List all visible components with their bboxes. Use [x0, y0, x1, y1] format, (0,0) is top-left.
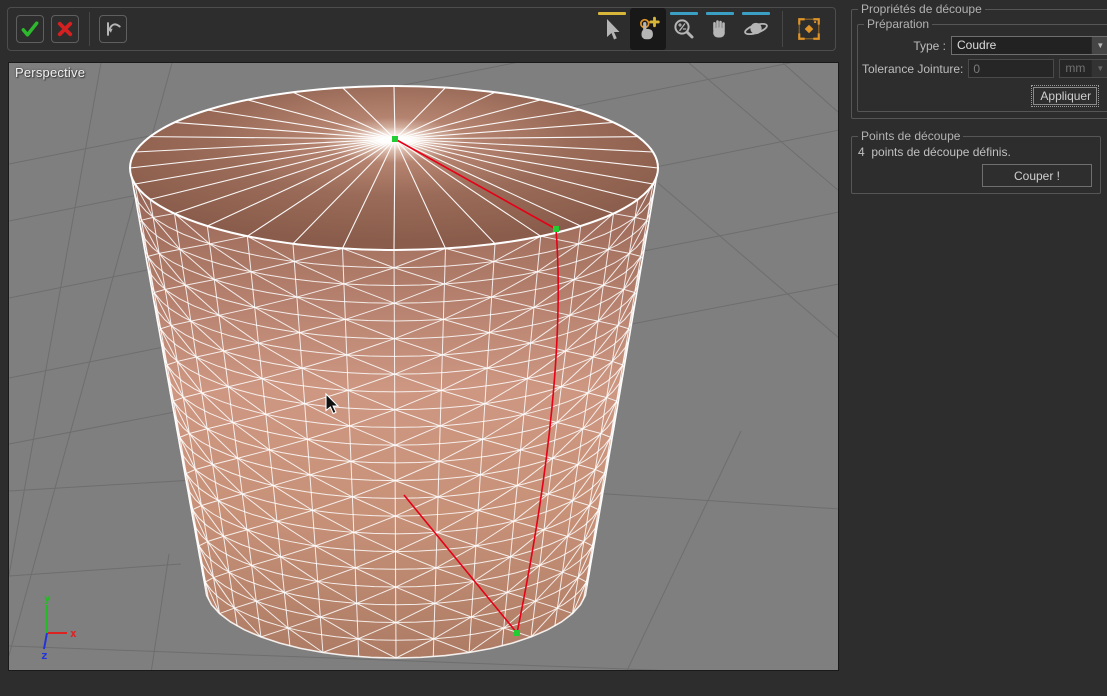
axis-gizmo: x y z [41, 592, 77, 662]
svg-text:z: z [41, 649, 48, 662]
frame-view-icon [796, 16, 822, 42]
type-select[interactable]: Coudre ▼ [951, 36, 1107, 55]
tolerance-label: Tolerance Jointure: [862, 62, 968, 76]
tool-accent-bar [598, 12, 626, 15]
svg-text:y: y [44, 592, 51, 605]
cancel-button[interactable] [51, 15, 79, 43]
svg-text:x: x [70, 627, 77, 640]
apply-button[interactable]: Appliquer [1033, 87, 1097, 105]
tool-pan[interactable] [702, 8, 738, 50]
toolbar [7, 7, 836, 51]
properties-panel: Propriétés de découpe Préparation Type :… [845, 0, 1107, 696]
chevron-down-icon[interactable]: ▼ [1091, 37, 1107, 54]
check-icon [20, 19, 40, 39]
tool-accent-bar [706, 12, 734, 15]
cut-properties-title: Propriétés de découpe [858, 2, 985, 16]
unit-select: mm ▼ [1059, 59, 1107, 78]
pan-hand-icon [708, 17, 732, 41]
x-cancel-icon [56, 20, 74, 38]
toolbar-separator [89, 12, 90, 46]
cylinder-mesh [130, 86, 658, 658]
application-window: x y z Perspective Propriétés de découpe Pr… [0, 0, 1107, 696]
preparation-group: Préparation Type : Coudre ▼ Tolerance Jo… [857, 17, 1107, 112]
zoom-plusminus-icon [672, 17, 696, 41]
type-label: Type : [862, 39, 951, 53]
viewport-label: Perspective [15, 65, 85, 80]
points-status: 4 points de découpe définis. [858, 145, 1096, 159]
viewport-canvas[interactable]: x y z [9, 63, 838, 670]
tool-add-point[interactable] [630, 8, 666, 50]
chevron-down-icon: ▼ [1091, 60, 1107, 77]
cut-points-title: Points de découpe [858, 129, 963, 143]
cut-properties-group: Propriétés de découpe Préparation Type :… [851, 2, 1107, 119]
confirm-button[interactable] [16, 15, 44, 43]
tool-group [594, 8, 827, 50]
arrow-to-bar-icon [103, 19, 123, 39]
tolerance-input [968, 59, 1054, 78]
cut-points-group: Points de découpe 4 points de découpe dé… [851, 129, 1101, 194]
tool-accent-bar [742, 12, 770, 15]
tool-accent-bar [670, 12, 698, 15]
preparation-title: Préparation [864, 17, 932, 31]
cut-button[interactable]: Couper ! [982, 164, 1092, 187]
add-point-hand-icon [635, 16, 661, 42]
reset-view-button[interactable] [99, 15, 127, 43]
tool-frame-view[interactable] [791, 8, 827, 50]
orbit-planet-icon [743, 16, 769, 42]
tool-orbit[interactable] [738, 8, 774, 50]
tool-select[interactable] [594, 8, 630, 50]
viewport[interactable]: x y z Perspective [8, 62, 839, 671]
type-select-value: Coudre [952, 37, 1091, 54]
unit-select-value: mm [1060, 60, 1091, 77]
tool-zoom[interactable] [666, 8, 702, 50]
toolbar-separator [782, 11, 783, 47]
select-cursor-icon [600, 17, 624, 41]
